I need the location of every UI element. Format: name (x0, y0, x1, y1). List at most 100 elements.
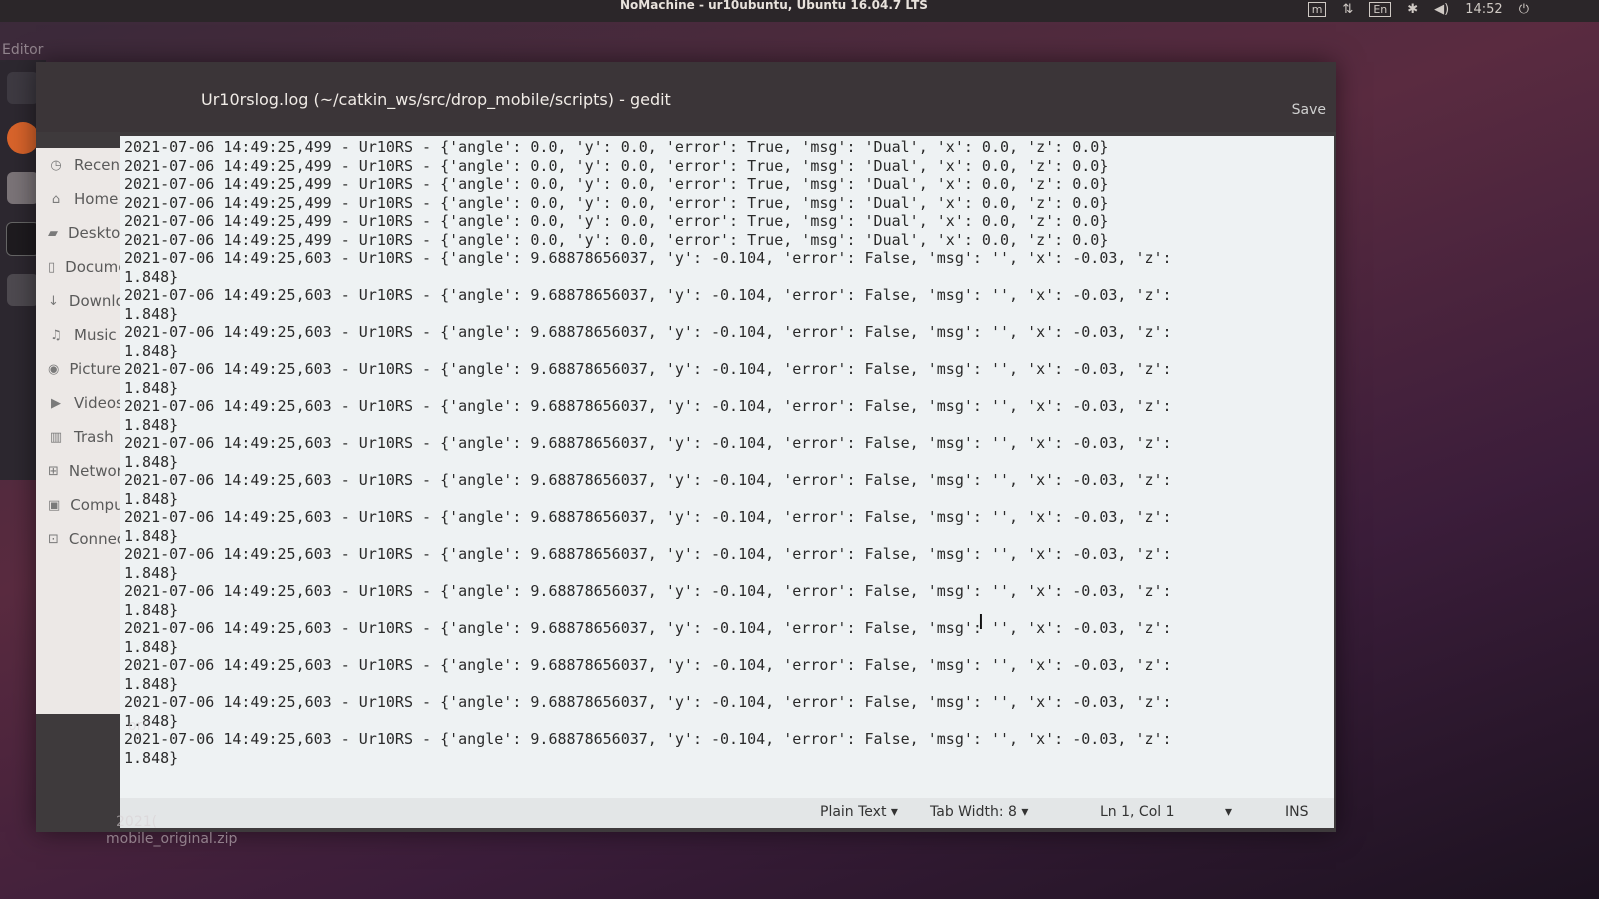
sidebar-item-downloads[interactable]: ↓ Downloads (36, 284, 126, 318)
log-line[interactable]: 1.848} (124, 601, 1334, 620)
sidebar-item-desktop[interactable]: ▰ Desktop (36, 216, 126, 250)
log-line[interactable]: 2021-07-06 14:49:25,603 - Ur10RS - {'ang… (124, 471, 1334, 490)
log-line[interactable]: 1.848} (124, 342, 1334, 361)
log-line[interactable]: 2021-07-06 14:49:25,603 - Ur10RS - {'ang… (124, 693, 1334, 712)
desktop-file-label[interactable]: 2021( (116, 814, 157, 830)
sidebar-item-recent[interactable]: ◷ Recent (36, 148, 126, 182)
save-button[interactable]: Save (1292, 102, 1326, 118)
power-icon[interactable]: ⏻ (1519, 2, 1529, 17)
log-line[interactable]: 1.848} (124, 305, 1334, 324)
computer-icon: ▣ (48, 497, 61, 513)
log-line[interactable]: 1.848} (124, 416, 1334, 435)
trash-icon: ▥ (49, 429, 63, 445)
log-line[interactable]: 2021-07-06 14:49:25,603 - Ur10RS - {'ang… (124, 434, 1334, 453)
log-line[interactable]: 2021-07-06 14:49:25,603 - Ur10RS - {'ang… (124, 656, 1334, 675)
window-titlebar: Ur10rslog.log (~/catkin_ws/src/drop_mobi… (36, 62, 1336, 132)
music-icon: ♫ (50, 327, 62, 343)
sidebar-item-label: Computer (70, 496, 126, 514)
log-text[interactable]: 2021-07-06 14:49:25,499 - Ur10RS - {'ang… (120, 136, 1334, 767)
video-icon: ▶ (51, 395, 61, 411)
sidebar-item-network[interactable]: ⊞ Network (36, 454, 126, 488)
log-line[interactable]: 1.848} (124, 564, 1334, 583)
cursor-position[interactable]: Ln 1, Col 1 (1100, 804, 1175, 820)
sidebar-item-documents[interactable]: ▯ Documents (36, 250, 126, 284)
terminal-launcher-icon[interactable] (6, 222, 40, 256)
sidebar-item-connect-to-server[interactable]: ⊡ Connect to Server (36, 522, 126, 556)
system-tray: m ⇅ En ✱ ◀) 14:52 ⏻ (1307, 2, 1529, 17)
desktop-file-label-2[interactable]: mobile_original.zip (106, 831, 237, 847)
log-line[interactable]: 1.848} (124, 712, 1334, 731)
log-line[interactable]: 2021-07-06 14:49:25,603 - Ur10RS - {'ang… (124, 545, 1334, 564)
clock-icon: ◷ (50, 157, 62, 173)
tab-width-selector[interactable]: Tab Width: 8 ▾ (930, 804, 1028, 820)
text-editor-launcher-icon[interactable] (7, 274, 39, 306)
log-line[interactable]: 2021-07-06 14:49:25,499 - Ur10RS - {'ang… (124, 175, 1334, 194)
bluetooth-icon[interactable]: ✱ (1407, 2, 1418, 17)
sidebar-item-pictures[interactable]: ◉ Pictures (36, 352, 126, 386)
log-line[interactable]: 1.848} (124, 638, 1334, 657)
sidebar-item-label: Documents (65, 258, 126, 276)
file-side-panel: ◷ Recent ⌂ Home ▰ Desktop ▯ Documents ↓ Downloads… (36, 148, 126, 714)
log-line[interactable]: 2021-07-06 14:49:25,603 - Ur10RS - {'ang… (124, 508, 1334, 527)
folder-icon: ▰ (48, 225, 58, 241)
log-line[interactable]: 2021-07-06 14:49:25,603 - Ur10RS - {'ang… (124, 323, 1334, 342)
log-line[interactable]: 1.848} (124, 675, 1334, 694)
log-line[interactable]: 2021-07-06 14:49:25,499 - Ur10RS - {'ang… (124, 194, 1334, 213)
log-line[interactable]: 2021-07-06 14:49:25,603 - Ur10RS - {'ang… (124, 619, 1334, 638)
gedit-window: Ur10rslog.log (~/catkin_ws/src/drop_mobi… (36, 62, 1336, 832)
log-line[interactable]: 2021-07-06 14:49:25,603 - Ur10RS - {'ang… (124, 397, 1334, 416)
sidebar-item-label: Network (68, 462, 126, 480)
firefox-launcher-icon[interactable] (7, 122, 39, 154)
log-line[interactable]: 1.848} (124, 749, 1334, 768)
sidebar-item-label: Trash (74, 428, 114, 446)
sidebar-item-computer[interactable]: ▣ Computer (36, 488, 126, 522)
sidebar-item-home[interactable]: ⌂ Home (36, 182, 126, 216)
log-line[interactable]: 2021-07-06 14:49:25,499 - Ur10RS - {'ang… (124, 138, 1334, 157)
sidebar-item-label: Videos (74, 394, 124, 412)
log-line[interactable]: 2021-07-06 14:49:25,499 - Ur10RS - {'ang… (124, 157, 1334, 176)
system-top-bar: NoMachine - ur10ubuntu, Ubuntu 16.04.7 L… (0, 0, 1599, 22)
settings-launcher-icon[interactable] (7, 172, 39, 204)
sidebar-item-label: Pictures (69, 360, 126, 378)
language-selector[interactable]: Plain Text ▾ (820, 804, 898, 820)
sidebar-item-label: Home (74, 190, 119, 208)
keyboard-icon[interactable]: m (1307, 2, 1327, 17)
log-line[interactable]: 2021-07-06 14:49:25,499 - Ur10RS - {'ang… (124, 231, 1334, 250)
insert-mode-indicator: INS (1285, 804, 1309, 820)
background-orig-label: ori (128, 718, 147, 734)
sidebar-item-videos[interactable]: ▶ Videos (36, 386, 126, 420)
sidebar-item-label: Desktop (68, 224, 126, 242)
text-cursor-icon: I (978, 610, 984, 634)
clock[interactable]: 14:52 (1465, 2, 1502, 17)
sidebar-item-label: Connect to Server (68, 530, 126, 548)
camera-icon: ◉ (48, 361, 60, 377)
document-icon: ▯ (48, 259, 56, 275)
log-line[interactable]: 2021-07-06 14:49:25,499 - Ur10RS - {'ang… (124, 212, 1334, 231)
log-line[interactable]: 1.848} (124, 268, 1334, 287)
window-title: Ur10rslog.log (~/catkin_ws/src/drop_mobi… (201, 90, 671, 109)
volume-icon[interactable]: ◀) (1434, 2, 1449, 17)
log-line[interactable]: 1.848} (124, 527, 1334, 546)
log-line[interactable]: 1.848} (124, 490, 1334, 509)
background-editor-label: Editor (2, 42, 44, 58)
log-line[interactable]: 2021-07-06 14:49:25,603 - Ur10RS - {'ang… (124, 582, 1334, 601)
log-line[interactable]: 2021-07-06 14:49:25,603 - Ur10RS - {'ang… (124, 249, 1334, 268)
sidebar-item-label: Music (74, 326, 117, 344)
chevron-down-icon[interactable]: ▾ (1225, 804, 1232, 820)
files-launcher-icon[interactable] (7, 72, 39, 104)
status-bar: Plain Text ▾ Tab Width: 8 ▾ Ln 1, Col 1 … (120, 798, 1334, 828)
language-indicator[interactable]: En (1369, 2, 1392, 17)
sidebar-item-label: Downloads (68, 292, 126, 310)
log-line[interactable]: 2021-07-06 14:49:25,603 - Ur10RS - {'ang… (124, 286, 1334, 305)
text-editor-area[interactable]: 2021-07-06 14:49:25,499 - Ur10RS - {'ang… (120, 136, 1334, 798)
sidebar-item-music[interactable]: ♫ Music (36, 318, 126, 352)
network-transfer-icon[interactable]: ⇅ (1342, 2, 1353, 17)
log-line[interactable]: 1.848} (124, 379, 1334, 398)
log-line[interactable]: 1.848} (124, 453, 1334, 472)
remote-session-title: NoMachine - ur10ubuntu, Ubuntu 16.04.7 L… (620, 0, 928, 12)
log-line[interactable]: 2021-07-06 14:49:25,603 - Ur10RS - {'ang… (124, 730, 1334, 749)
log-line[interactable]: 2021-07-06 14:49:25,603 - Ur10RS - {'ang… (124, 360, 1334, 379)
sidebar-item-trash[interactable]: ▥ Trash (36, 420, 126, 454)
home-icon: ⌂ (51, 191, 61, 207)
server-icon: ⊡ (48, 531, 59, 547)
